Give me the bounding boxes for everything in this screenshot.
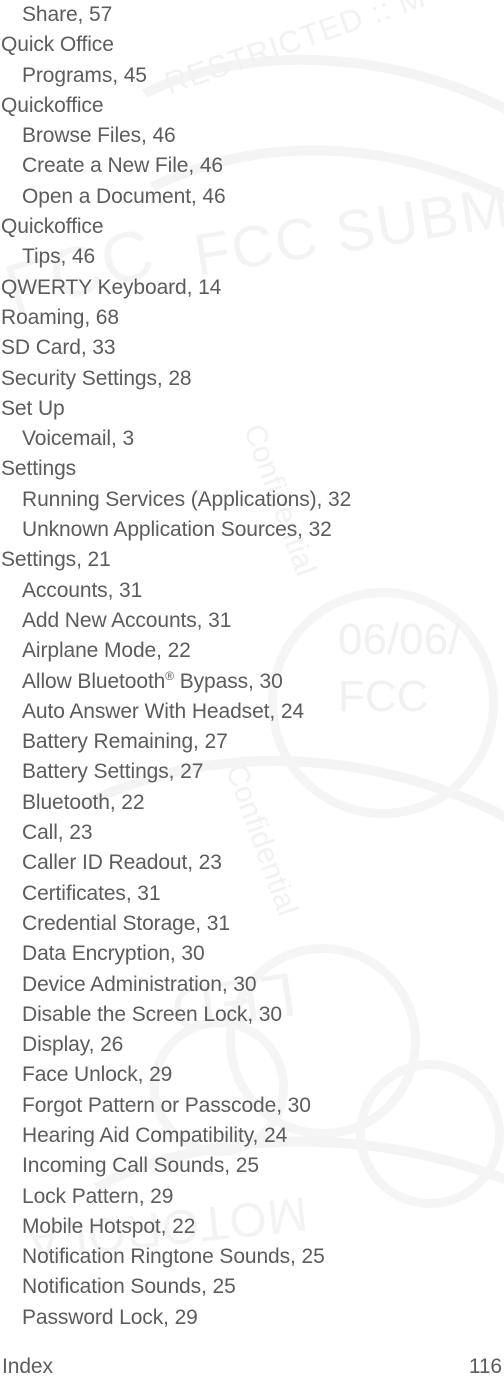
- index-entry: Credential Storage, 31: [22, 911, 230, 935]
- index-entry: Battery Settings, 27: [22, 760, 204, 784]
- index-entry: Notification Sounds, 25: [22, 1275, 236, 1299]
- index-entry: Roaming, 68: [1, 305, 119, 329]
- index-entry: Accounts, 31: [22, 578, 143, 602]
- index-entry: Allow Bluetooth® Bypass, 30: [0, 667, 504, 697]
- index-entry: Incoming Call Sounds, 25: [22, 1154, 259, 1178]
- index-entry-text: Allow Bluetooth: [22, 669, 166, 693]
- index-entry: Voicemail, 3: [22, 427, 135, 451]
- index-entry: Forgot Pattern or Passcode, 30: [22, 1093, 311, 1117]
- index-entry-list: Share, 57 Quick Office Programs, 45 Quickof…: [0, 0, 504, 1333]
- index-entry: Mobile Hotspot, 22: [22, 1214, 196, 1238]
- index-entry: Running Services (Applications), 32: [22, 487, 352, 511]
- index-entry: Settings, 21: [1, 548, 111, 572]
- index-entry: Password Lock, 29: [22, 1305, 198, 1329]
- index-page: FCC RESTRICTED :: M FCC SUBM Confidentia…: [0, 0, 504, 1391]
- index-entry: Auto Answer With Headset, 24: [22, 699, 305, 723]
- index-entry: Lock Pattern, 29: [22, 1184, 174, 1208]
- index-entry: Hearing Aid Compatibility, 24: [22, 1123, 288, 1147]
- footer-section-label: Index: [2, 1355, 53, 1378]
- index-entry: Disable the Screen Lock, 30: [22, 1002, 282, 1026]
- index-entry: Airplane Mode, 22: [22, 639, 191, 663]
- index-entry: Call, 23: [22, 821, 93, 845]
- index-entry: Browse Files, 46: [22, 124, 176, 148]
- index-entry: Data Encryption, 30: [22, 942, 205, 966]
- page-footer: Index 116: [0, 1355, 504, 1379]
- index-entry: QWERTY Keyboard, 14: [1, 275, 222, 299]
- index-entry-text-after: Bypass, 30: [174, 669, 283, 693]
- footer-page-number: 116: [468, 1355, 502, 1378]
- index-entry: Quickoffice: [1, 215, 104, 239]
- index-entry: Add New Accounts, 31: [22, 608, 232, 632]
- index-entry: Notification Ringtone Sounds, 25: [22, 1245, 325, 1269]
- index-entry: Face Unlock, 29: [22, 1063, 173, 1087]
- index-entry: Bluetooth, 22: [22, 790, 145, 814]
- index-entry: Certificates, 31: [22, 881, 161, 905]
- index-entry: Create a New File, 46: [22, 154, 223, 178]
- index-entry: SD Card, 33: [1, 336, 116, 360]
- index-content: Share, 57 Quick Office Programs, 45 Quickof…: [0, 0, 504, 1333]
- index-entry: Programs, 45: [22, 63, 147, 87]
- index-entry: Set Up: [1, 396, 65, 420]
- index-entry: Settings: [1, 457, 77, 481]
- index-entry: Unknown Application Sources, 32: [22, 518, 332, 542]
- index-entry: Security Settings, 28: [1, 366, 192, 390]
- index-entry: Quickoffice: [1, 93, 104, 117]
- registered-trademark-icon: ®: [165, 668, 175, 683]
- index-entry: Tips, 46: [22, 245, 96, 269]
- index-entry: Display, 26: [22, 1033, 124, 1057]
- index-entry: Quick Office: [1, 33, 114, 57]
- index-entry: Share, 57: [22, 3, 113, 26]
- index-entry: Caller ID Readout, 23: [22, 851, 222, 875]
- index-entry: Device Administration, 30: [22, 972, 257, 996]
- index-entry: Battery Remaining, 27: [22, 730, 228, 754]
- index-entry: Open a Document, 46: [22, 184, 226, 208]
